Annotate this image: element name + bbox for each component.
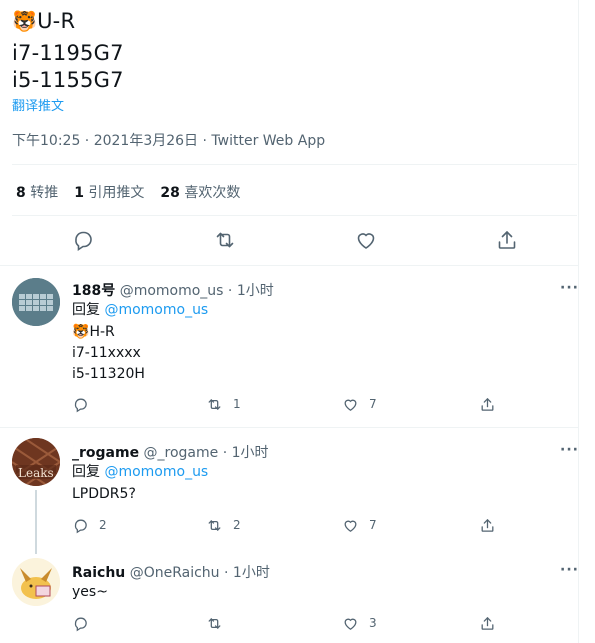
reply-text-line: i7-11xxxx [72,345,141,361]
reply-button[interactable]: 2 [72,515,107,535]
display-name[interactable]: Raichu [72,565,125,581]
reply-text-line: LPDDR5? [72,486,136,502]
tweet-action-bar [0,228,580,256]
share-icon[interactable] [495,228,519,252]
tiger-emoji-icon: 🐯 [12,9,38,33]
tweet-stats: 8 转推 1 引用推文 28 喜欢次数 [16,182,240,202]
more-options-icon[interactable]: ··· [560,562,579,578]
retweet-button[interactable]: 2 [206,515,241,535]
reply-icon [74,398,87,412]
avatar[interactable] [12,558,60,606]
share-button[interactable] [479,515,496,535]
reply-text-line: yes~ [72,584,108,600]
retweet-icon[interactable] [213,228,237,252]
share-icon [481,518,494,532]
avatar-leaks-text: Leaks [18,466,54,480]
quotes-label: 引用推文 [88,185,145,201]
reply-button[interactable] [72,613,99,633]
divider [12,215,577,216]
like-icon [344,399,357,411]
mention-link[interactable]: @momomo_us [104,464,208,480]
like-button[interactable]: 7 [342,394,377,414]
retweets-label: 转推 [30,185,59,201]
reply-text-span: H-R [89,324,115,340]
reply-tweet[interactable]: Leaks _rogame @_rogame · 1小时 ··· 回复 @mom… [0,428,579,554]
handle[interactable]: @momomo_us [120,283,224,299]
like-button[interactable]: 3 [342,613,377,633]
tweet-text-line-3: i5-1155G7 [12,68,124,92]
share-button[interactable] [479,613,496,633]
display-name[interactable]: _rogame [72,445,139,461]
replying-to: 回复 @momomo_us [72,462,208,483]
more-options-icon[interactable]: ··· [560,280,579,296]
tweet-text-line-2: i7-1195G7 [12,41,124,65]
tweet-text: U-R [37,9,76,33]
thread-connector [35,490,37,554]
like-icon [344,618,357,630]
like-count: 7 [369,397,377,411]
reply-tweet[interactable]: 188号 @momomo_us · 1小时 ··· 回复 @momomo_us … [0,266,578,426]
handle[interactable]: @_rogame [144,445,219,461]
retweet-button[interactable] [206,613,233,633]
retweet-button[interactable]: 1 [206,394,241,414]
tiger-emoji-icon: 🐯 [72,324,90,340]
retweet-count: 2 [233,518,241,532]
reply-time[interactable]: · 1小时 [228,283,274,299]
retweets-count: 8 [16,185,26,201]
display-name[interactable]: 188号 [72,283,115,299]
reply-icon [74,617,87,631]
reply-text: 🐯H-R i7-11xxxx i5-11320H [72,322,145,385]
avatar[interactable] [12,278,60,326]
likes-count: 28 [160,185,180,201]
reply-text-line: 🐯H-R [72,322,145,343]
tweet-text-line-1: 🐯U-R [12,8,75,34]
reply-icon [74,519,87,533]
share-icon [481,397,494,411]
likes-stat[interactable]: 28 喜欢次数 [160,182,240,202]
reply-icon[interactable] [71,228,95,252]
share-button[interactable] [479,394,496,414]
share-icon [481,616,494,630]
handle[interactable]: @OneRaichu [130,565,220,581]
reply-time[interactable]: · 1小时 [224,565,270,581]
retweet-icon [208,398,221,410]
timeline-border [578,0,579,643]
avatar[interactable]: Leaks [12,438,60,486]
reply-header: _rogame @_rogame · 1小时 [72,442,269,462]
replying-prefix: 回复 [72,302,100,318]
retweet-icon [208,617,221,629]
reply-text: yes~ [72,582,108,603]
retweet-icon [208,519,221,531]
retweets-stat[interactable]: 8 转推 [16,182,58,202]
replying-prefix: 回复 [72,464,100,480]
replying-to: 回复 @momomo_us [72,300,208,321]
like-icon [344,520,357,532]
divider [12,164,577,165]
tweet-timestamp[interactable]: 下午10:25 · 2021年3月26日 · Twitter Web App [12,130,325,150]
reply-text-line: i5-11320H [72,366,145,382]
like-count: 3 [369,616,377,630]
reply-text: LPDDR5? [72,484,136,505]
like-button[interactable]: 7 [342,515,377,535]
quotes-stat[interactable]: 1 引用推文 [74,182,144,202]
reply-header: Raichu @OneRaichu · 1小时 [72,562,270,582]
retweet-count: 1 [233,397,241,411]
more-options-icon[interactable]: ··· [560,442,579,458]
reply-time[interactable]: · 1小时 [223,445,269,461]
reply-count: 2 [99,518,107,532]
reply-header: 188号 @momomo_us · 1小时 [72,280,274,300]
mention-link[interactable]: @momomo_us [104,302,208,318]
likes-label: 喜欢次数 [184,185,241,201]
reply-button[interactable] [72,394,99,414]
reply-tweet[interactable]: Raichu @OneRaichu · 1小时 ··· yes~ 3 [0,548,578,643]
quotes-count: 1 [74,185,84,201]
like-icon[interactable] [354,228,378,252]
like-count: 7 [369,518,377,532]
translate-tweet-link[interactable]: 翻译推文 [12,95,64,114]
